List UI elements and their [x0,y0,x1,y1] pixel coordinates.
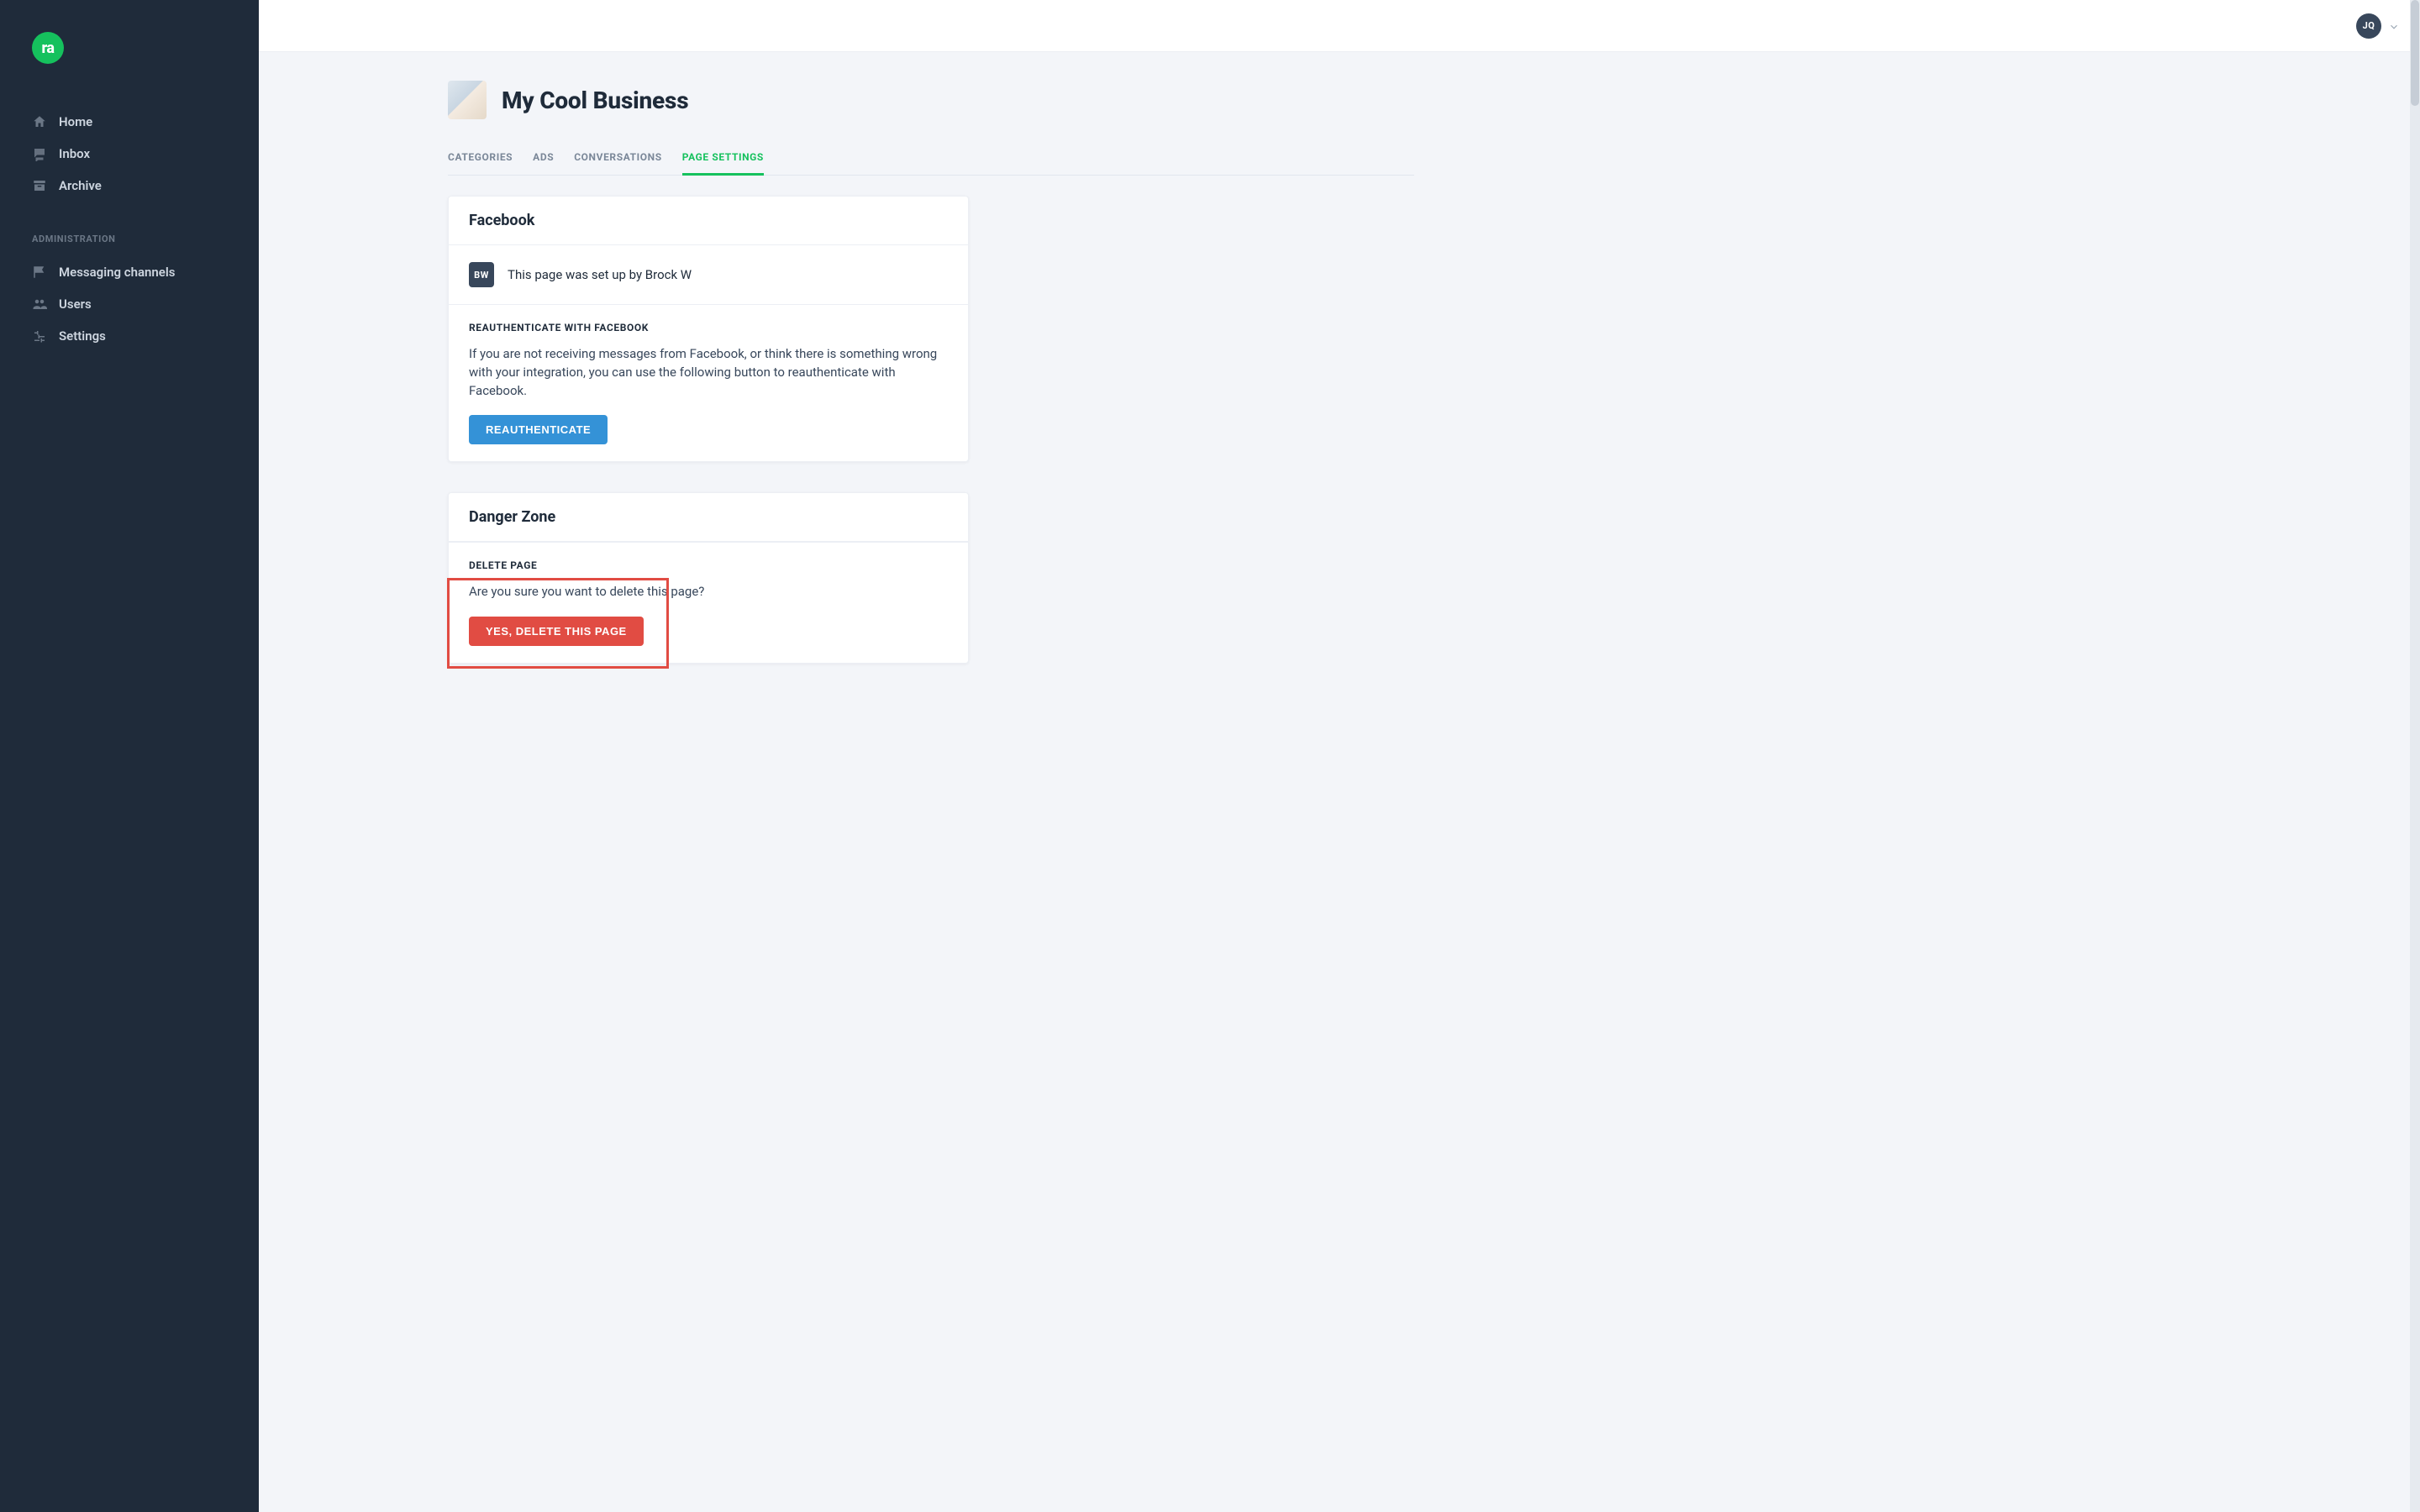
sidebar-item-label: Inbox [59,146,90,161]
scrollbar-track [2410,0,2420,1512]
sidebar-item-settings[interactable]: Settings [0,320,259,352]
users-icon [32,297,47,312]
sidebar-item-inbox[interactable]: Inbox [0,138,259,170]
reauthenticate-button[interactable]: Reauthenticate [469,415,608,444]
sidebar-item-users[interactable]: Users [0,288,259,320]
reauth-section: Reauthenticate with Facebook If you are … [449,304,968,461]
user-avatar: JQ [2356,13,2381,39]
sidebar-item-label: Settings [59,328,106,344]
user-avatar-initials: JQ [2363,20,2375,31]
flag-icon [32,265,47,280]
sidebar-item-messaging-channels[interactable]: Messaging channels [0,256,259,288]
danger-zone-title: Danger Zone [449,493,968,542]
facebook-card: Facebook BW This page was set up by Broc… [448,196,969,462]
reauth-heading: Reauthenticate with Facebook [469,322,948,333]
topbar: JQ [259,0,2420,52]
sidebar-item-home[interactable]: Home [0,106,259,138]
tab-conversations[interactable]: Conversations [574,143,661,175]
tab-ads[interactable]: Ads [533,143,554,175]
setup-user-text: This page was set up by Brock W [508,267,692,282]
sidebar-item-archive[interactable]: Archive [0,170,259,202]
setup-user-badge: BW [469,262,494,287]
danger-zone-card: Danger Zone Delete Page Are you sure you… [448,492,969,664]
sidebar-nav-admin: Messaging channels Users Settings [0,256,259,372]
delete-page-body: Are you sure you want to delete this pag… [469,583,948,601]
tab-page-settings[interactable]: Page Settings [682,143,764,175]
sidebar-heading-administration: Administration [0,222,259,256]
sidebar-item-label: Archive [59,178,102,193]
sidebar-item-label: Messaging channels [59,265,175,280]
content-canvas: My Cool Business Categories Ads Conversa… [448,81,1414,664]
home-icon [32,114,47,129]
delete-page-section: Delete Page Are you sure you want to del… [449,542,968,663]
setup-user-initials: BW [474,270,489,281]
scrollbar-thumb[interactable] [2411,0,2419,106]
archive-icon [32,178,47,193]
sidebar: ra Home Inbox Archive Admi [0,0,259,1512]
sidebar-item-label: Home [59,114,92,129]
reauth-body: If you are not receiving messages from F… [469,345,948,400]
delete-page-heading: Delete Page [469,559,948,571]
chevron-down-icon [2388,20,2400,32]
user-menu[interactable]: JQ [2356,13,2400,39]
facebook-setup-row: BW This page was set up by Brock W [449,245,968,304]
sliders-icon [32,328,47,344]
main-area: JQ My Cool Business Categories Ads Conve… [259,0,2420,1512]
page-title: My Cool Business [502,87,688,114]
app-root: ra Home Inbox Archive Admi [0,0,2420,1512]
chat-icon [32,146,47,161]
brand-logo: ra [32,32,64,64]
sidebar-item-label: Users [59,297,92,312]
sidebar-nav-primary: Home Inbox Archive [0,106,259,222]
tab-categories[interactable]: Categories [448,143,513,175]
content-scroll: My Cool Business Categories Ads Conversa… [259,52,2420,1512]
tabs: Categories Ads Conversations Page Settin… [448,143,1414,176]
page-header: My Cool Business [448,81,1414,119]
brand-logo-text: ra [41,39,54,57]
delete-page-button[interactable]: Yes, delete this page [469,617,644,646]
page-thumbnail [448,81,487,119]
facebook-card-title: Facebook [449,197,968,245]
